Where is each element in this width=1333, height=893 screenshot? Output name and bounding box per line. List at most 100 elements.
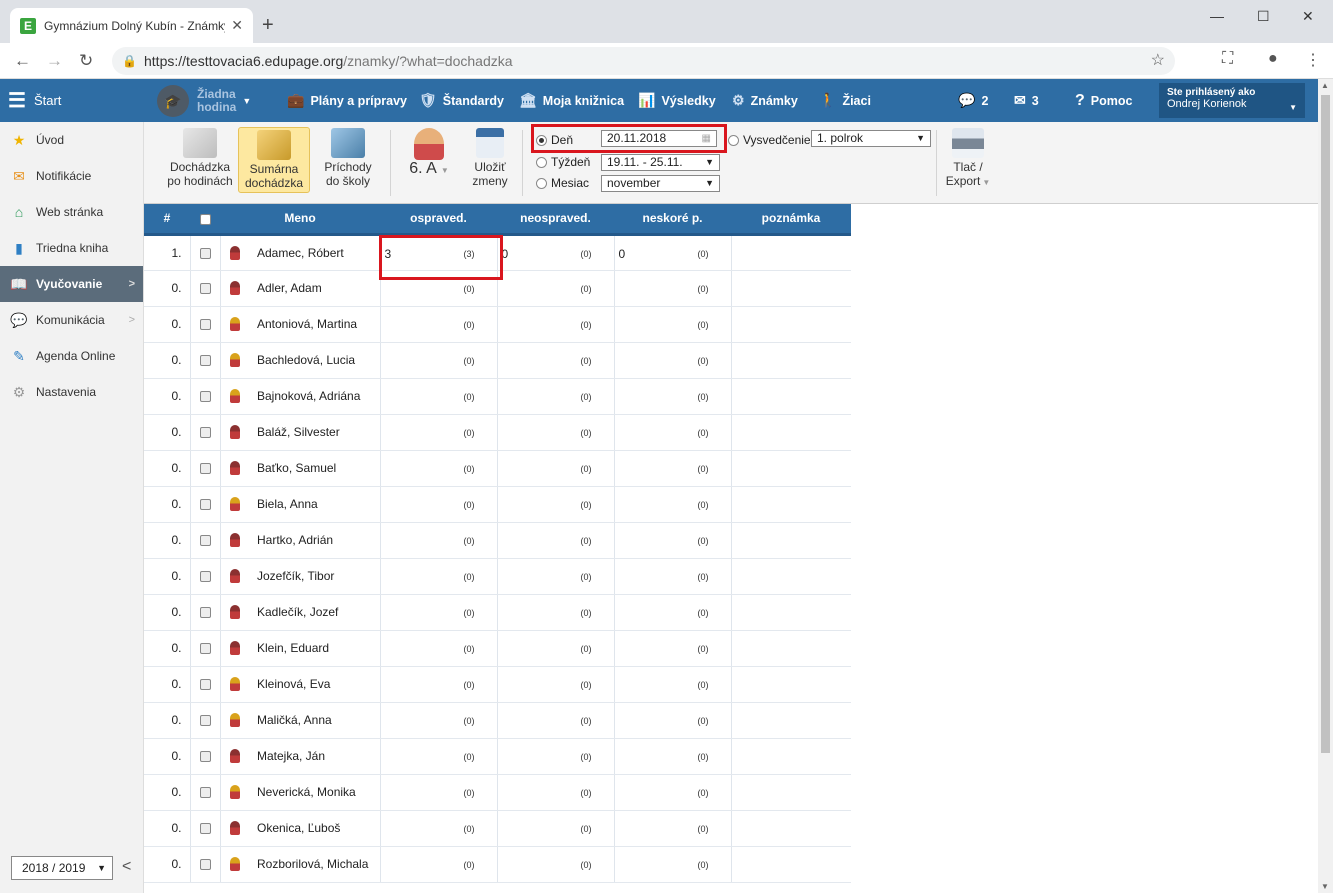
week-radio[interactable]: [536, 156, 547, 168]
late-cell[interactable]: (0): [614, 342, 732, 379]
late-cell[interactable]: (0): [614, 846, 732, 883]
row-checkbox[interactable]: [199, 427, 211, 439]
row-checkbox[interactable]: [199, 319, 211, 331]
scroll-down-icon[interactable]: ▼: [1321, 882, 1329, 891]
note-cell[interactable]: [731, 414, 851, 451]
excused-cell[interactable]: (0): [380, 666, 498, 703]
print-export-button[interactable]: Tlač / Export ▼: [942, 128, 994, 190]
late-cell[interactable]: (0): [614, 774, 732, 811]
student-name[interactable]: Jozefčík, Tibor: [250, 558, 381, 595]
save-changes-button[interactable]: Uložiť zmeny: [466, 128, 514, 188]
summary-attendance-button[interactable]: Sumárna dochádzka: [238, 127, 310, 193]
reload-icon[interactable]: ↻: [79, 51, 93, 71]
late-cell[interactable]: (0): [614, 810, 732, 847]
unexcused-cell[interactable]: (0): [497, 774, 615, 811]
student-name[interactable]: Matejka, Ján: [250, 738, 381, 775]
profile-icon[interactable]: ●: [1268, 50, 1278, 68]
note-cell[interactable]: [731, 558, 851, 595]
row-select-cell[interactable]: [190, 306, 221, 343]
back-arrow-icon[interactable]: ←: [14, 51, 31, 71]
start-menu-button[interactable]: ☰ Štart: [8, 79, 61, 122]
row-select-cell[interactable]: [190, 630, 221, 667]
note-cell[interactable]: [731, 522, 851, 559]
row-select-cell[interactable]: [190, 270, 221, 307]
note-cell[interactable]: [731, 594, 851, 631]
row-select-cell[interactable]: [190, 702, 221, 739]
class-selector[interactable]: 6. A ▼: [400, 128, 458, 178]
sidebar-item-intro[interactable]: ★ Úvod: [0, 122, 143, 158]
late-cell[interactable]: (0): [614, 558, 732, 595]
sidebar-item-communication[interactable]: 💬 Komunikácia >: [0, 302, 143, 338]
sidebar-item-notifications[interactable]: ✉ Notifikácie: [0, 158, 143, 194]
sidebar-item-agenda[interactable]: ✎ Agenda Online: [0, 338, 143, 374]
note-cell[interactable]: [731, 306, 851, 343]
student-name[interactable]: Neverická, Monika: [250, 774, 381, 811]
nav-standards[interactable]: 🛡 Štandardy: [419, 79, 504, 122]
row-select-cell[interactable]: [190, 378, 221, 415]
lesson-selector[interactable]: 🎓 Žiadna hodina ▼: [157, 79, 251, 122]
row-select-cell[interactable]: [190, 558, 221, 595]
student-name[interactable]: Rozborilová, Michala: [250, 846, 381, 883]
unexcused-cell[interactable]: (0): [497, 702, 615, 739]
scroll-up-icon[interactable]: ▲: [1321, 81, 1329, 90]
student-name[interactable]: Biela, Anna: [250, 486, 381, 523]
browser-menu-icon[interactable]: ⋮: [1305, 50, 1321, 70]
month-radio[interactable]: [536, 177, 547, 189]
nav-plans[interactable]: 💼 Plány a prípravy: [287, 79, 407, 122]
excused-cell[interactable]: (0): [380, 846, 498, 883]
minimize-icon[interactable]: —: [1210, 8, 1224, 24]
arrivals-button[interactable]: Príchody do školy: [314, 128, 382, 188]
late-cell[interactable]: (0): [614, 630, 732, 667]
late-cell[interactable]: (0): [614, 522, 732, 559]
note-cell[interactable]: [731, 774, 851, 811]
certificate-radio[interactable]: [728, 134, 739, 146]
unexcused-cell[interactable]: 0 (0): [497, 234, 615, 271]
nav-grades[interactable]: ⚙ Známky: [732, 79, 798, 122]
excused-cell[interactable]: (0): [380, 522, 498, 559]
row-checkbox[interactable]: [199, 787, 211, 799]
unexcused-cell[interactable]: (0): [497, 486, 615, 523]
note-cell[interactable]: [731, 846, 851, 883]
excused-cell[interactable]: (0): [380, 558, 498, 595]
late-cell[interactable]: (0): [614, 414, 732, 451]
unexcused-cell[interactable]: (0): [497, 810, 615, 847]
row-checkbox[interactable]: [199, 859, 211, 871]
unexcused-cell[interactable]: (0): [497, 630, 615, 667]
school-year-select[interactable]: 2018 / 2019 ▼: [11, 856, 113, 880]
tab-close-icon[interactable]: ✕: [231, 17, 243, 34]
forward-arrow-icon[interactable]: →: [46, 51, 63, 71]
sidebar-item-settings[interactable]: ⚙ Nastavenia: [0, 374, 143, 410]
row-checkbox[interactable]: [199, 463, 211, 475]
note-cell[interactable]: [731, 234, 851, 271]
row-select-cell[interactable]: [190, 666, 221, 703]
row-checkbox[interactable]: [199, 607, 211, 619]
row-checkbox[interactable]: [199, 535, 211, 547]
student-name[interactable]: Bachledová, Lucia: [250, 342, 381, 379]
row-checkbox[interactable]: [199, 643, 211, 655]
student-name[interactable]: Baláž, Silvester: [250, 414, 381, 451]
nav-library[interactable]: 🏛 Moja knižnica: [519, 79, 624, 122]
sidebar-item-teaching[interactable]: 📖 Vyučovanie >: [0, 266, 143, 302]
unexcused-cell[interactable]: (0): [497, 378, 615, 415]
row-checkbox[interactable]: [199, 823, 211, 835]
late-cell[interactable]: (0): [614, 306, 732, 343]
excused-cell[interactable]: (0): [380, 630, 498, 667]
student-name[interactable]: Klein, Eduard: [250, 630, 381, 667]
excused-cell[interactable]: (0): [380, 306, 498, 343]
row-select-cell[interactable]: [190, 486, 221, 523]
row-checkbox[interactable]: [199, 247, 211, 259]
note-cell[interactable]: [731, 738, 851, 775]
unexcused-cell[interactable]: (0): [497, 594, 615, 631]
note-cell[interactable]: [731, 450, 851, 487]
note-cell[interactable]: [731, 486, 851, 523]
row-select-cell[interactable]: [190, 810, 221, 847]
late-cell[interactable]: (0): [614, 594, 732, 631]
nav-results[interactable]: 📊 Výsledky: [638, 79, 716, 122]
unexcused-cell[interactable]: (0): [497, 342, 615, 379]
unexcused-cell[interactable]: (0): [497, 738, 615, 775]
unexcused-cell[interactable]: (0): [497, 666, 615, 703]
row-select-cell[interactable]: [190, 594, 221, 631]
late-cell[interactable]: (0): [614, 378, 732, 415]
row-checkbox[interactable]: [199, 751, 211, 763]
maximize-icon[interactable]: ☐: [1257, 8, 1270, 25]
